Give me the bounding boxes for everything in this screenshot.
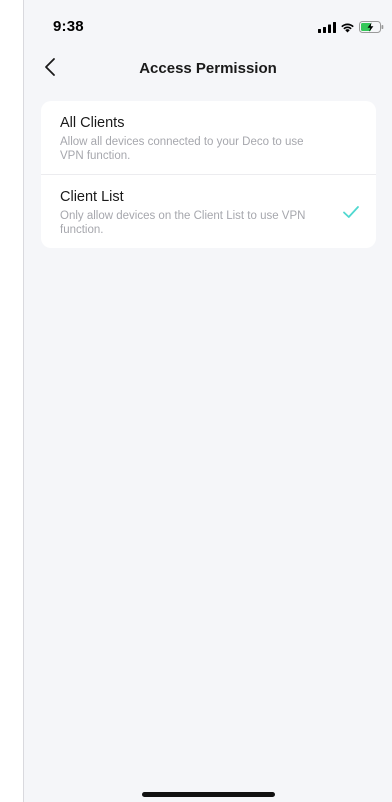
option-client-list[interactable]: Client List Only allow devices on the Cl… xyxy=(41,174,376,248)
option-all-clients[interactable]: All Clients Allow all devices connected … xyxy=(41,101,376,174)
option-title: Client List xyxy=(60,189,124,205)
status-time: 9:38 xyxy=(53,18,84,35)
option-description: Only allow devices on the Client List to… xyxy=(60,210,306,236)
signal-icon xyxy=(318,20,336,38)
option-title: All Clients xyxy=(60,115,125,131)
home-indicator[interactable] xyxy=(142,792,275,797)
battery-charging-icon xyxy=(359,20,384,38)
checkmark-icon xyxy=(342,205,360,219)
option-description: Allow all devices connected to your Deco… xyxy=(60,136,304,162)
navigation-bar: Access Permission xyxy=(24,48,392,92)
page-title: Access Permission xyxy=(139,60,277,77)
status-icons xyxy=(318,20,384,38)
access-permission-options: All Clients Allow all devices connected … xyxy=(41,101,376,248)
status-bar: 9:38 xyxy=(24,0,392,48)
phone-screen: 9:38 Access Permission All Clients Allow… xyxy=(23,0,392,802)
wifi-icon xyxy=(340,20,355,38)
